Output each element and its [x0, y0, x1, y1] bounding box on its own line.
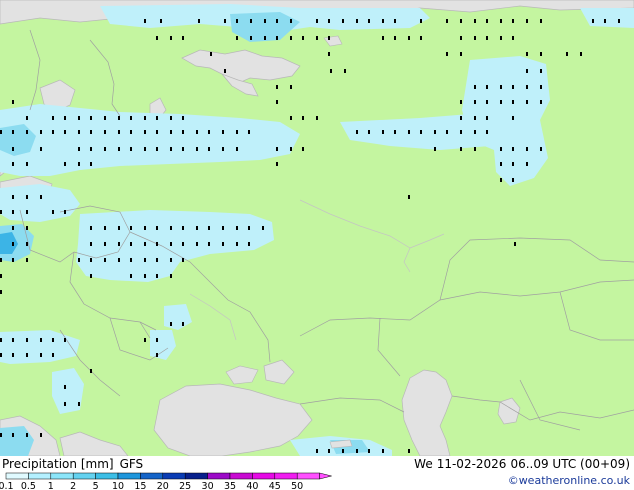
- legend-label: 25: [179, 481, 191, 490]
- legend-swatch: [296, 472, 320, 480]
- legend-label: 10: [112, 481, 124, 490]
- model-label: GFS: [119, 457, 144, 471]
- legend-label: 5: [93, 481, 99, 490]
- valid-day: We: [414, 457, 433, 471]
- symbol-row-16: [0, 258, 184, 262]
- legend-label: 1: [48, 481, 54, 490]
- legend-swatch: [162, 472, 186, 480]
- precip-arctic-strip-2: [300, 8, 430, 30]
- legend-swatch: [28, 472, 52, 480]
- parameter-label: Precipitation [mm]: [2, 457, 114, 471]
- valid-time: We 11-02-2026 06..09 UTC (00+09): [410, 457, 630, 471]
- valid-hours: 06..09 UTC (00+09): [510, 457, 630, 471]
- legend-label: 50: [291, 481, 303, 490]
- legend-swatch: [274, 472, 298, 480]
- symbol-row-23: [64, 385, 66, 389]
- legend-label: 45: [269, 481, 281, 490]
- legend-swatch: [5, 472, 29, 480]
- legend-label: 40: [246, 481, 258, 490]
- legend-label: 0.1: [0, 481, 14, 490]
- legend-swatch: [95, 472, 119, 480]
- legend-arrow: [319, 472, 332, 480]
- credit-link[interactable]: ©weatheronline.co.uk: [508, 474, 630, 487]
- legend-swatch: [252, 472, 276, 480]
- legend-label: 15: [134, 481, 146, 490]
- legend-swatch: [117, 472, 141, 480]
- valid-date: 11-02-2026: [436, 457, 507, 471]
- legend-swatch: [140, 472, 164, 480]
- legend-label: 2: [70, 481, 76, 490]
- precip-baltic-states: [0, 184, 80, 222]
- legend-swatch: [207, 472, 231, 480]
- symbol-row-22: [90, 369, 92, 373]
- legend-swatch: [184, 472, 208, 480]
- legend-swatch: [229, 472, 253, 480]
- legend-swatch: [50, 472, 74, 480]
- precip-legend: 0.1 0.5 1 2 5 10 15 20 25 30 35 40 45 50: [0, 472, 332, 490]
- map-title: Precipitation [mm] GFS: [2, 457, 149, 471]
- legend-label: 20: [157, 481, 169, 490]
- legend-label: 30: [202, 481, 214, 490]
- legend-label: 0.5: [21, 481, 36, 490]
- symbol-row-18: [0, 290, 2, 294]
- precipitation-map: [0, 0, 634, 456]
- legend-swatch: [72, 472, 96, 480]
- legend-label: 35: [224, 481, 236, 490]
